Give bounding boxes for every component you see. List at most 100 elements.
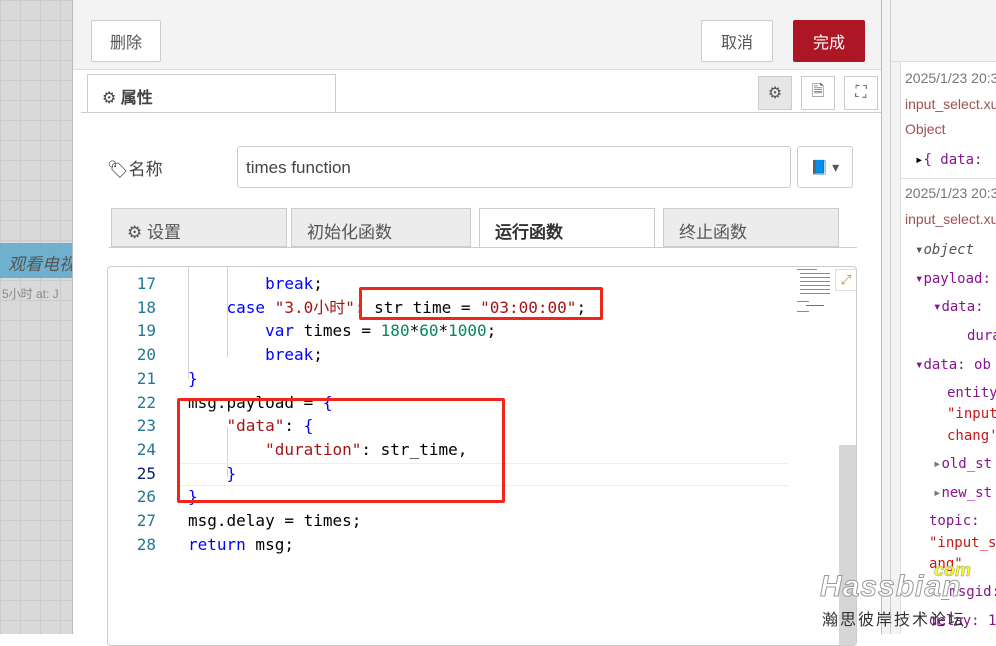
- tree-value: chang': [947, 428, 996, 444]
- highlight-box: [177, 398, 505, 503]
- sidebar-gutter: [891, 62, 901, 634]
- line-number: 21: [136, 368, 156, 388]
- code-token: ;: [313, 345, 323, 365]
- flow-canvas[interactable]: 观看电视 5小时 at: J: [0, 0, 72, 634]
- code-token: ;: [486, 321, 497, 341]
- code-token: case: [226, 297, 266, 317]
- cancel-button[interactable]: 取消: [701, 20, 773, 62]
- code-token: var: [265, 321, 294, 341]
- msg-topic[interactable]: input_select.xu: [905, 96, 996, 112]
- code-token: 1000: [448, 321, 487, 341]
- description-button[interactable]: 🗎: [801, 76, 835, 110]
- divider: [901, 178, 996, 179]
- caret-down-icon: ▾: [832, 158, 840, 175]
- expand-editor-icon[interactable]: ⤢: [835, 269, 856, 291]
- line-number: 17: [136, 274, 156, 293]
- line-number: 22: [136, 392, 156, 412]
- highlight-box: [359, 287, 603, 320]
- edit-dialog: 删除 取消 完成 ⚙ 属性 ⚙ 🗎 ⛶ 🏷名称 times function 📘…: [72, 0, 882, 646]
- code-token: break: [265, 345, 314, 365]
- line-number: 18: [136, 297, 156, 317]
- tree-duration: dura: [967, 328, 996, 344]
- msg-type: Object: [905, 121, 946, 137]
- code-token: *: [438, 321, 449, 341]
- watermark-subtitle: 瀚思彼岸技术论坛: [822, 612, 967, 629]
- line-number: 28: [136, 534, 156, 554]
- code-line[interactable]: }: [188, 367, 198, 391]
- tree-data2[interactable]: ▾data: ob: [915, 357, 991, 373]
- tree-old-state[interactable]: ▸old_st: [933, 456, 992, 472]
- line-number: 25: [136, 463, 156, 483]
- tree-entity: entity: [947, 385, 996, 401]
- settings-gear-button[interactable]: ⚙: [758, 76, 792, 110]
- appearance-button[interactable]: ⛶: [844, 76, 878, 110]
- sidebar-header: [891, 0, 996, 62]
- library-button[interactable]: 📘 ▾: [797, 146, 853, 188]
- node-status: 5小时 at: J: [2, 287, 59, 301]
- code-token: *: [409, 321, 420, 341]
- gear-icon: ⚙: [767, 85, 783, 102]
- code-line[interactable]: break;: [188, 343, 323, 367]
- msg-topic[interactable]: input_select.xu: [905, 211, 996, 227]
- code-token: times =: [293, 321, 381, 341]
- tree-data[interactable]: ▾data:: [933, 299, 984, 315]
- tab-on-start[interactable]: 初始化函数: [291, 208, 471, 247]
- line-number: 19: [136, 321, 156, 341]
- tree-root[interactable]: ▾object: [915, 242, 974, 258]
- msg-timestamp: 2025/1/23 20:3: [905, 70, 996, 86]
- tag-icon: 🏷: [107, 160, 129, 179]
- code-line[interactable]: var times = 180*60*1000;: [188, 319, 496, 343]
- code-token: break: [265, 274, 314, 293]
- tree-value: "input: [947, 406, 996, 422]
- code-token: msg.delay = times;: [188, 511, 362, 530]
- name-input[interactable]: times function: [237, 146, 791, 188]
- dialog-toolbar: 删除 取消 完成: [73, 0, 881, 70]
- code-line[interactable]: break;: [188, 272, 323, 296]
- line-number: 20: [136, 345, 156, 365]
- code-token: "3.0小时": [274, 297, 355, 317]
- debug-sidebar: 2025/1/23 20:3 input_select.xu Object ▸{…: [890, 0, 996, 634]
- msg-timestamp: 2025/1/23 20:3: [905, 185, 996, 201]
- tab-properties[interactable]: ⚙ 属性: [87, 74, 336, 113]
- line-number: 24: [136, 439, 156, 459]
- watermark-com: com: [934, 560, 972, 581]
- code-line[interactable]: msg.delay = times;: [188, 509, 361, 533]
- msg-preview[interactable]: ▸{ data:: [915, 152, 982, 168]
- tree-payload[interactable]: ▾payload:: [915, 271, 991, 287]
- line-number: 23: [136, 416, 156, 436]
- document-icon: 🗎: [811, 82, 825, 100]
- line-number: 26: [136, 487, 156, 507]
- minimap[interactable]: [796, 267, 840, 327]
- gear-icon: ⚙: [127, 223, 143, 242]
- tab-on-stop[interactable]: 终止函数: [663, 208, 839, 247]
- flow-node[interactable]: 观看电视: [0, 243, 72, 278]
- tab-setup[interactable]: ⚙ 设置: [111, 208, 287, 247]
- divider: [81, 112, 881, 113]
- tab-label: 属性: [120, 90, 153, 107]
- code-line[interactable]: return msg;: [188, 533, 294, 557]
- tree-topic: topic:: [929, 513, 980, 529]
- line-number: 27: [136, 511, 156, 530]
- tab-on-message[interactable]: 运行函数: [479, 208, 655, 248]
- code-token: return: [188, 534, 246, 554]
- tree-value: "input_s: [929, 535, 996, 551]
- frame-icon: ⛶: [855, 84, 867, 101]
- code-token: msg;: [245, 534, 294, 554]
- done-button[interactable]: 完成: [793, 20, 865, 62]
- name-label: 🏷名称: [107, 160, 163, 179]
- code-token: 180: [380, 321, 410, 341]
- code-token: 60: [419, 321, 439, 341]
- code-token: ;: [313, 274, 323, 293]
- tree-new-state[interactable]: ▸new_st: [933, 485, 992, 501]
- sidebar-splitter[interactable]: [882, 0, 890, 634]
- gear-icon: ⚙: [102, 90, 117, 107]
- divider: [109, 247, 857, 248]
- delete-button[interactable]: 删除: [91, 20, 161, 62]
- code-token: }: [188, 368, 198, 388]
- book-icon: 📘: [810, 158, 829, 175]
